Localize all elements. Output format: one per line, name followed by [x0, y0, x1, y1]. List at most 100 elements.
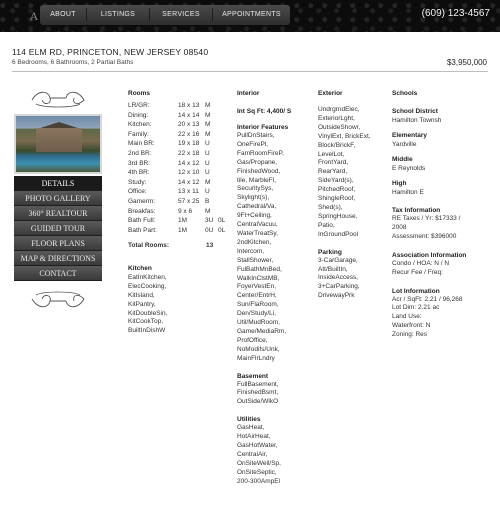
basement-feature: FinishedBsmt,: [237, 389, 279, 397]
interior-heading: Interior: [237, 90, 260, 97]
side-menu-floor-plans[interactable]: FLOOR PLANS: [14, 236, 102, 251]
utility-feature: OnSiteWell/Sp,: [237, 459, 281, 467]
exterior-feature: UndrgrndElec,: [318, 106, 360, 113]
room-name: Family:: [128, 130, 149, 138]
room-size: 9 x 6: [178, 207, 193, 215]
room-size: 13 x 11: [178, 188, 199, 196]
parking-feature: 3-CarGarage,: [318, 256, 358, 264]
side-menu-details[interactable]: DETAILS: [14, 176, 102, 191]
lot-heading: Lot Information: [392, 287, 440, 295]
association-line: Recur Fee / Freq:: [392, 268, 443, 276]
room-name: Study:: [128, 178, 147, 186]
room-level: U: [205, 140, 210, 148]
room-extra: 0L: [218, 217, 226, 225]
interior-feature: Game/MediaRm,: [237, 327, 287, 335]
exterior-feature: OutsideShowr,: [318, 123, 361, 131]
room-size: 20 x 13: [178, 121, 200, 129]
interior-feature: Cathedral/Va,: [237, 203, 277, 211]
high-value: Hamilton E: [392, 189, 424, 196]
kitchen-heading: Kitchen: [128, 264, 152, 272]
interior-feature: Intercom,: [237, 247, 265, 255]
room-size: 1M: [178, 226, 188, 234]
interior-feature: tile, MarbleFl,: [237, 176, 277, 184]
interior-feature: FamRoomFireP,: [237, 149, 284, 157]
room-level: B: [205, 197, 210, 205]
room-level: U: [205, 149, 210, 157]
interior-features-heading: Interior Features: [237, 124, 289, 131]
interior-feature: Gas/Propane,: [237, 158, 278, 166]
exterior-feature: FrontYard,: [318, 159, 349, 167]
association-list: Condo / HOA: N / N Recur Fee / Freq:: [392, 260, 498, 278]
room-size: 19 x 18: [178, 140, 200, 148]
room-size: 14 x 12: [178, 178, 200, 186]
kitchen-feature: BuiltInDishW: [128, 327, 166, 335]
basement-heading: Basement: [237, 372, 269, 380]
middle-label: Middle: [392, 156, 413, 163]
interior-feature: FulBathMnBed,: [237, 265, 282, 273]
room-level: 3U: [205, 217, 214, 225]
tax-line: RE Taxes / Yr: $17333 /: [392, 215, 461, 222]
scroll-ornament-bottom: [31, 291, 85, 308]
tax-list: RE Taxes / Yr: $17333 /2008 Assessment: $…: [392, 215, 498, 242]
side-menu-360-realtour[interactable]: 360° REALTOUR: [14, 206, 102, 221]
kitchen-list: EatInKitchen, ElecCooking, KitIsland, KitPa…: [128, 274, 228, 336]
room-name: LR/GR:: [128, 102, 150, 109]
nav-services[interactable]: SERVICES: [150, 5, 212, 25]
lot-line: Waterfront: N: [392, 322, 431, 330]
exterior-feature: Block/BrickF,: [318, 141, 356, 149]
phone-number[interactable]: (609) 123-4567: [422, 8, 490, 19]
elementary-value: Yardville: [392, 141, 417, 148]
room-level: U: [205, 188, 210, 196]
interior-feature: SecuritySys,: [237, 185, 274, 193]
room-name: Kitchen:: [128, 121, 152, 129]
room-level: M: [205, 121, 211, 129]
utility-feature: GasHeat,: [237, 424, 265, 432]
side-menu-guided-tour[interactable]: GUIDED TOUR: [14, 221, 102, 236]
header-divider: [12, 71, 488, 72]
room-row: Main BR: 19 x 18 U: [128, 139, 228, 149]
top-navigation-bar: A ABOUT LISTINGS SERVICES APPOINTMENTS (…: [0, 0, 500, 32]
interior-feature: StallShower,: [237, 256, 274, 264]
room-row: LR/GR: 18 x 13 M: [128, 101, 228, 111]
rooms-column: Rooms LR/GR: 18 x 13 M Dining: 14 x 14 M Kitch…: [128, 89, 228, 336]
room-row: Office: 13 x 11 U: [128, 187, 228, 197]
room-name: Gamerm:: [128, 197, 156, 205]
side-menu-map-directions[interactable]: MAP & DIRECTIONS: [14, 251, 102, 266]
exterior-feature: LevelLot,: [318, 150, 345, 158]
exterior-column: Exterior UndrgrndElec, ExteriorLght, Outsi…: [318, 89, 390, 301]
utilities-list: GasHeat, HotAirHeat, GasHotWater, CentralAi…: [237, 424, 313, 486]
room-size: 12 x 10: [178, 169, 200, 177]
high-label: High: [392, 180, 407, 187]
schools-column: Schools School District Hamilton Townsh …: [392, 89, 498, 340]
exterior-heading: Exterior: [318, 90, 343, 97]
interior-feature: Center/EntrH,: [237, 292, 277, 300]
room-size: 18 x 13: [178, 102, 200, 109]
exterior-feature: SideYard(s),: [318, 177, 354, 185]
room-name: 2nd BR:: [128, 149, 152, 157]
parking-feature: DrivewayPrk: [318, 292, 355, 300]
room-row: 2nd BR: 22 x 18 U: [128, 149, 228, 159]
lot-line: Zoning: Res: [392, 331, 428, 339]
room-level: U: [205, 169, 210, 177]
listing-price: $3,950,000: [446, 58, 487, 67]
nav-about[interactable]: ABOUT: [40, 5, 86, 25]
nav-appointments[interactable]: APPOINTMENTS: [213, 5, 290, 25]
interior-feature: Den/Study/Li,: [237, 310, 277, 318]
nav-listings[interactable]: LISTINGS: [87, 5, 149, 25]
interior-feature: 2ndKitchen,: [237, 238, 272, 246]
property-photo[interactable]: [14, 114, 102, 174]
side-menu-photo-gallery[interactable]: PHOTO GALLERY: [14, 191, 102, 206]
utility-feature: OnSiteSeptic,: [237, 468, 277, 476]
school-district-value: Hamilton Townsh: [392, 117, 442, 124]
lot-line: Land Use:: [392, 313, 422, 321]
room-row: Dining: 14 x 14 M: [128, 111, 228, 121]
room-row: Bath Full: 1M 3U 0L: [128, 216, 228, 226]
utility-feature: GasHotWater,: [237, 442, 278, 450]
room-size: 1M: [178, 217, 188, 225]
room-row: 4th BR: 12 x 10 U: [128, 168, 228, 178]
side-menu-contact[interactable]: CONTACT: [14, 266, 102, 281]
room-name: Dining:: [128, 111, 149, 119]
parking-feature: 3+CarParking,: [318, 283, 360, 291]
interior-feature: MainFlrLndry: [237, 354, 275, 362]
room-row: Kitchen: 20 x 13 M: [128, 120, 228, 130]
